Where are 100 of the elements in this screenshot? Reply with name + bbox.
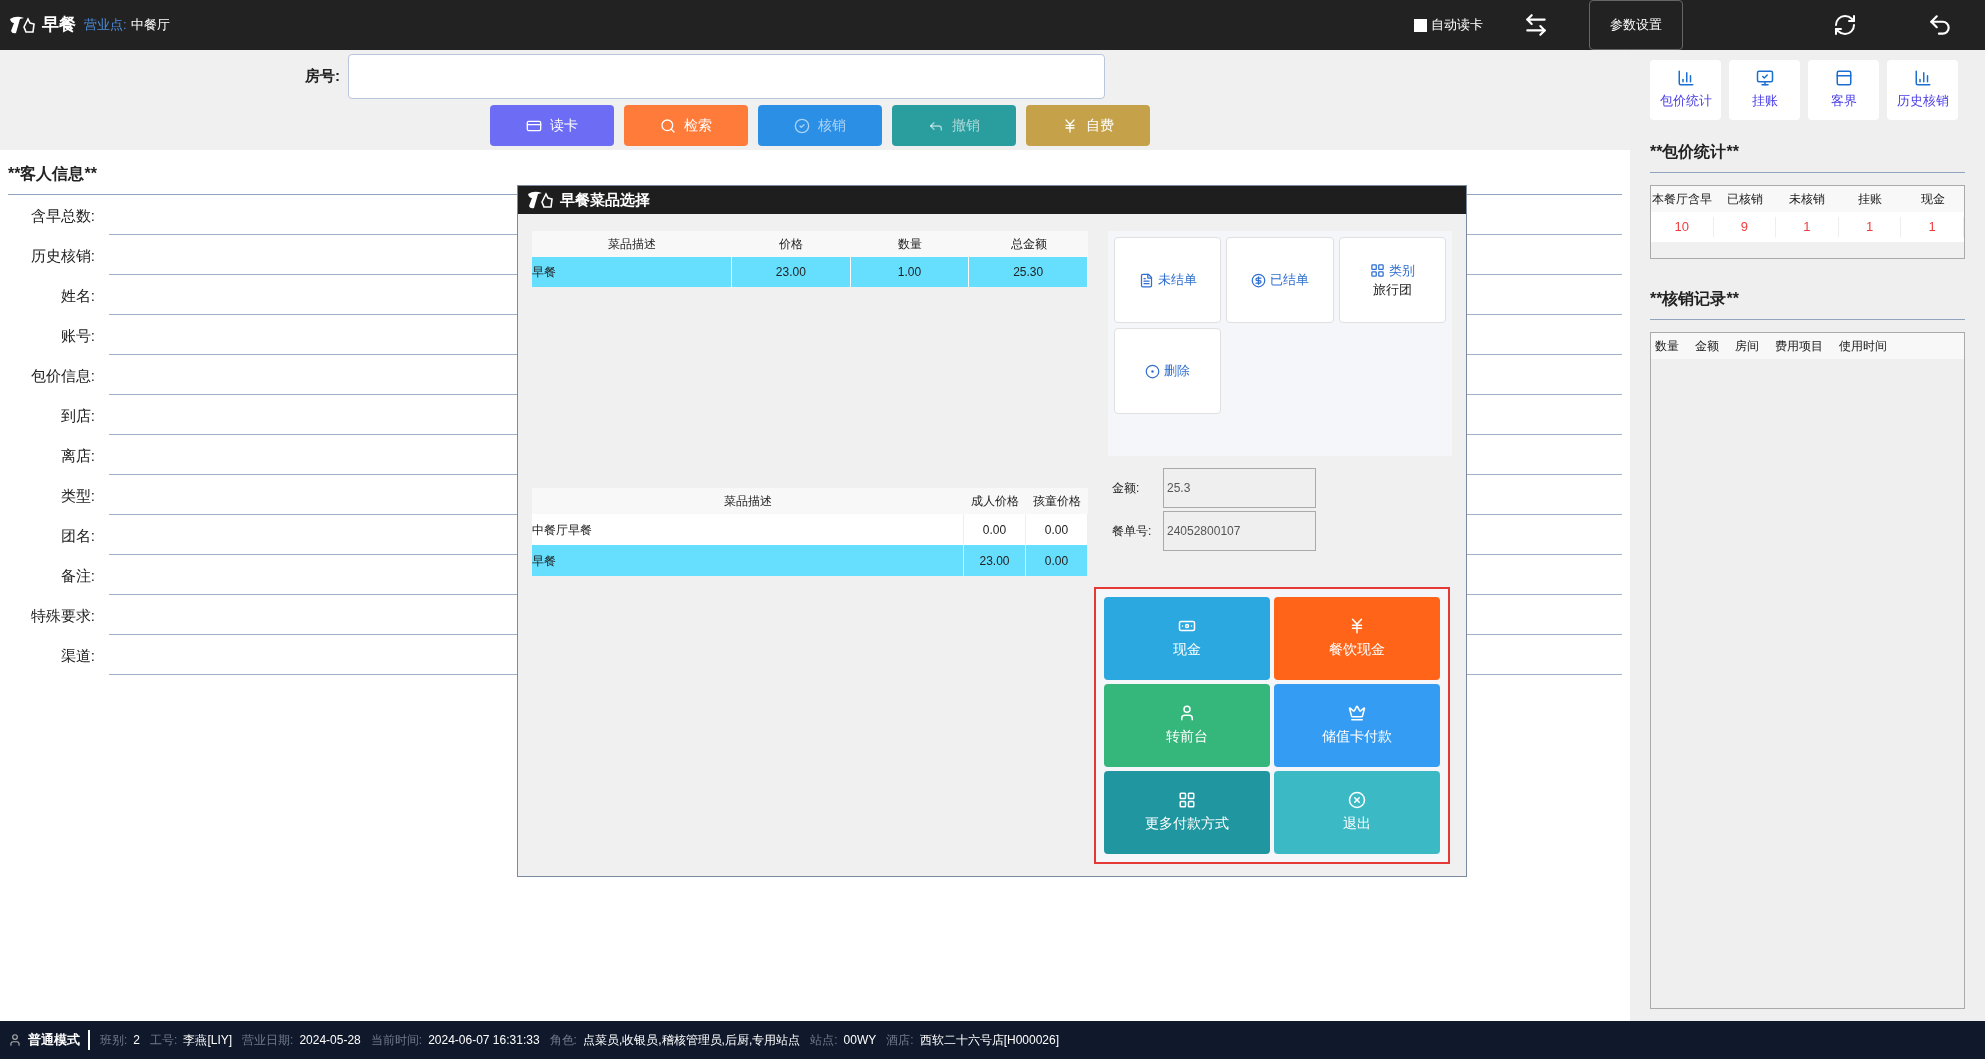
column-header: 现金: [1919, 191, 1946, 208]
auto-read-label: 自动读卡: [1431, 16, 1483, 35]
report-button[interactable]: 历史核销: [1887, 60, 1958, 120]
table-cell: 0.00: [1026, 545, 1088, 576]
status-label: 营业日期:: [242, 1032, 294, 1049]
search-icon: [660, 117, 676, 134]
column-header: 菜品描述: [607, 236, 657, 253]
column-header: 本餐厅含早: [1651, 191, 1714, 208]
order-row[interactable]: 早餐 23.00 1.00 25.30: [532, 257, 1088, 287]
order-no-label: 餐单号:: [1111, 523, 1153, 540]
column-header: 数量: [897, 236, 923, 253]
column-header: 数量: [1655, 338, 1679, 355]
table-cell: 1: [1901, 217, 1964, 237]
table-cell: 1.00: [850, 257, 970, 287]
table-cell: 9: [1713, 217, 1777, 237]
field-label: 账号:: [59, 325, 96, 346]
coin-icon: [1251, 272, 1266, 288]
check-circle-icon: [794, 117, 810, 134]
monitor-check-icon: [1755, 69, 1774, 88]
outlet-label: 营业点:: [84, 16, 127, 35]
column-header: 金额: [1695, 338, 1719, 355]
grid-icon: [1369, 262, 1385, 278]
field-label: 包价信息:: [29, 365, 96, 386]
room-label: 房号:: [305, 66, 340, 87]
field-label: 备注:: [59, 565, 96, 586]
status-value: 点菜员,收银员,稽核管理员,后厨,专用站点: [582, 1032, 801, 1049]
window-icon: [1834, 69, 1853, 88]
user-icon: [8, 1033, 22, 1047]
crown-icon: [1348, 704, 1366, 722]
outlet-name: 中餐厅: [130, 16, 170, 35]
report-button[interactable]: 客界: [1808, 60, 1879, 120]
bar-chart-icon: [1676, 69, 1695, 88]
records-title: **核销记录**: [1650, 287, 1965, 320]
user-icon: [1178, 704, 1196, 722]
field-label: 渠道:: [59, 645, 96, 666]
auto-read-checkbox[interactable]: [1414, 18, 1427, 32]
payment-button[interactable]: 餐饮现金: [1274, 597, 1440, 680]
amount-input[interactable]: 25.3: [1163, 468, 1316, 508]
payment-button[interactable]: 储值卡付款: [1274, 684, 1440, 767]
column-header: 价格: [778, 236, 805, 253]
field-label: 到店:: [59, 405, 96, 426]
field-label: 团名:: [59, 525, 96, 546]
close-icon: [1348, 791, 1366, 809]
table-cell: 23.00: [732, 257, 851, 287]
bar-chart-icon: [1913, 69, 1932, 88]
table-cell: 23.00: [964, 545, 1026, 576]
logo-icon: [526, 190, 556, 210]
table-cell: 早餐: [532, 257, 732, 287]
column-header: 房间: [1735, 338, 1759, 355]
status-value: 2024-06-07 16:31:33: [428, 1032, 540, 1049]
column-header: 孩童价格: [1032, 493, 1082, 510]
table-cell: 早餐: [532, 545, 964, 576]
column-header: 费用项目: [1775, 338, 1823, 355]
tile-button[interactable]: 类别 旅行团: [1338, 237, 1446, 323]
column-header: 使用时间: [1839, 338, 1887, 355]
table-cell: 1: [1776, 217, 1839, 237]
status-label: 工号:: [150, 1032, 178, 1049]
package-stats-title: **包价统计**: [1650, 140, 1965, 173]
status-label: 酒店:: [886, 1032, 914, 1049]
refresh-icon[interactable]: [1833, 13, 1857, 37]
field-label: 姓名:: [59, 285, 96, 306]
column-header: 总金额: [1009, 236, 1048, 253]
field-label: 历史核销:: [29, 245, 96, 266]
status-value: 00WY: [843, 1032, 877, 1049]
status-label: 角色:: [549, 1032, 577, 1049]
menu-row[interactable]: 中餐厅早餐 0.00 0.00: [532, 514, 1088, 545]
tile-button[interactable]: 已结单: [1226, 237, 1334, 323]
field-label: 离店:: [59, 445, 96, 466]
tile-button[interactable]: 未结单: [1114, 237, 1222, 323]
status-value: 西软二十六号店[H000026]: [919, 1032, 1060, 1049]
payment-button[interactable]: 更多付款方式: [1104, 771, 1270, 854]
status-value: 2: [133, 1032, 141, 1049]
menu-row[interactable]: 早餐 23.00 0.00: [532, 545, 1088, 576]
tile-subtitle: 旅行团: [1372, 281, 1412, 299]
document-icon: [1138, 272, 1154, 288]
report-button[interactable]: 包价统计: [1650, 60, 1721, 120]
status-label: 站点:: [810, 1032, 838, 1049]
column-header: 菜品描述: [723, 493, 773, 510]
status-label: 当前时间:: [370, 1032, 423, 1049]
amount-label: 金额:: [1111, 480, 1141, 497]
column-header: 成人价格: [970, 493, 1020, 510]
order-no-input[interactable]: 24052800107: [1163, 511, 1316, 551]
report-button[interactable]: 挂账: [1729, 60, 1800, 120]
payment-button[interactable]: 现金: [1104, 597, 1270, 680]
column-header: 未核销: [1788, 191, 1827, 208]
field-label: 类型:: [59, 485, 96, 506]
action-button[interactable]: 读卡: [490, 105, 614, 146]
tile-button[interactable]: 删除: [1114, 328, 1222, 414]
table-cell: 25.30: [969, 257, 1088, 287]
table-cell: 10: [1651, 217, 1714, 237]
grid-icon: [1178, 791, 1196, 809]
column-header: 挂账: [1857, 191, 1884, 208]
swap-icon[interactable]: [1523, 12, 1549, 38]
back-icon[interactable]: [1927, 12, 1953, 38]
field-label: 特殊要求:: [29, 605, 96, 626]
circle-icon: [1145, 363, 1161, 379]
status-value: 李燕[LIY]: [183, 1032, 233, 1049]
status-value: 2024-05-28: [299, 1032, 361, 1049]
room-input[interactable]: [348, 54, 1105, 99]
yen-icon: [1062, 117, 1078, 134]
